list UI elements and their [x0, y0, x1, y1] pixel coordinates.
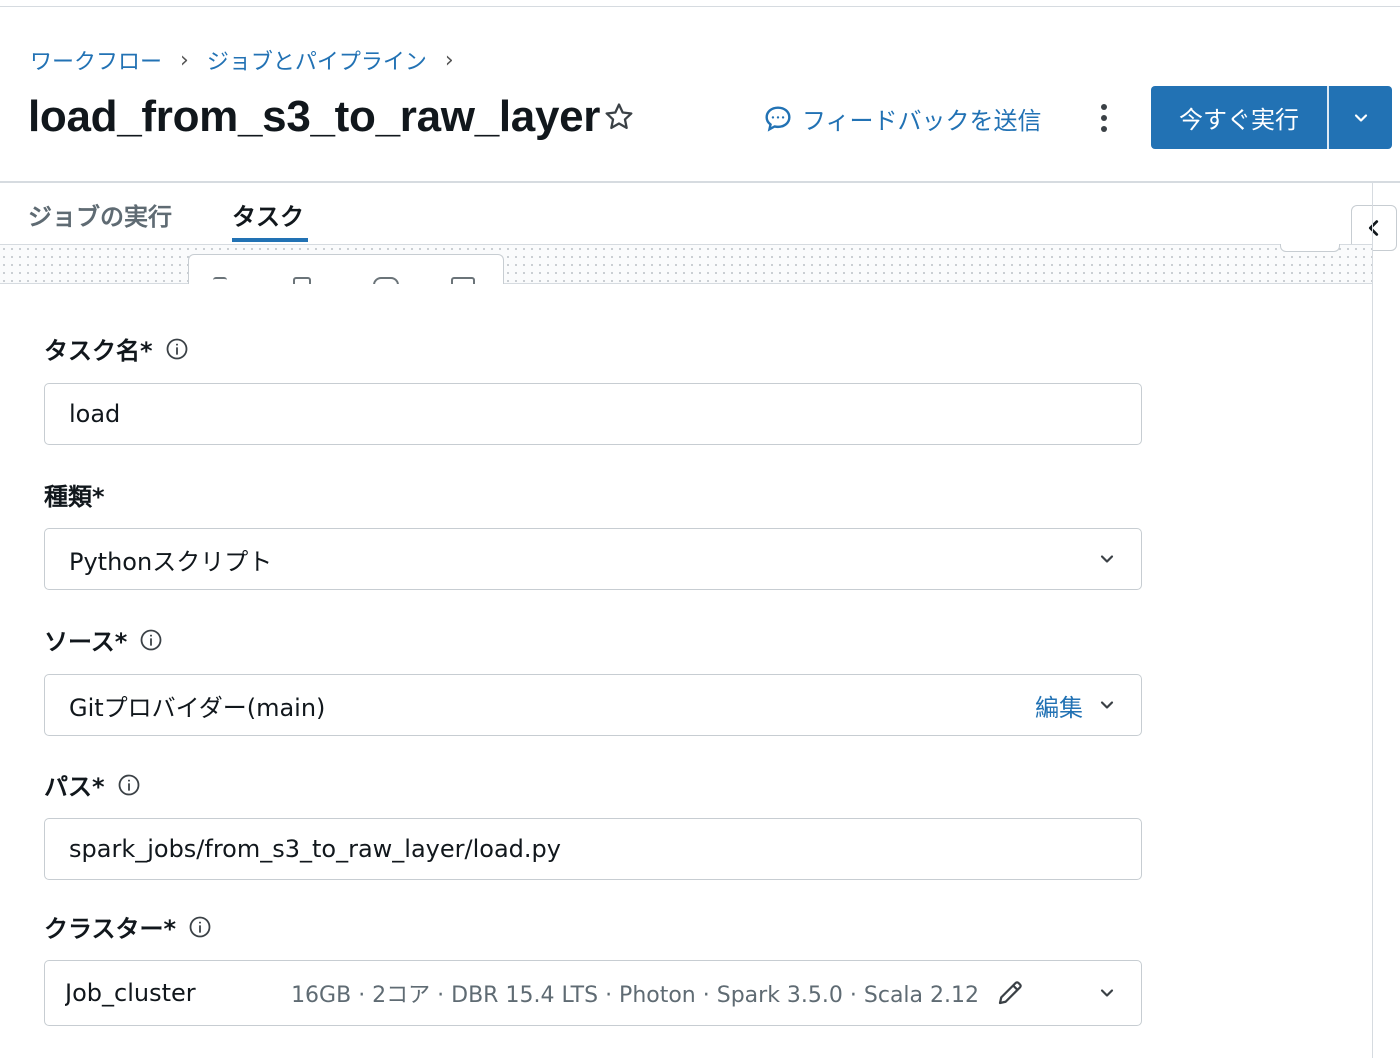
chevron-down-icon[interactable]	[1097, 983, 1117, 1003]
header-divider	[0, 181, 1400, 183]
feedback-label: フィードバックを送信	[802, 107, 1042, 135]
pencil-icon[interactable]	[995, 978, 1025, 1008]
star-icon[interactable]	[602, 100, 636, 134]
breadcrumb-jobs-pipelines[interactable]: ジョブとパイプライン	[207, 44, 427, 76]
task-name-input[interactable]: load	[44, 383, 1142, 445]
source-edit-link[interactable]: 編集	[1035, 688, 1083, 723]
cluster-spec: 16GB · 2コア · DBR 15.4 LTS · Photon · Spa…	[291, 983, 979, 1008]
path-input[interactable]: spark_jobs/from_s3_to_raw_layer/load.py	[44, 818, 1142, 880]
cluster-select[interactable]: Job_cluster 16GB · 2コア · DBR 15.4 LTS · …	[44, 960, 1142, 1026]
info-icon[interactable]	[117, 773, 141, 797]
panel-divider	[1372, 183, 1373, 1058]
path-label-text: パス*	[44, 773, 105, 801]
type-label-text: 種類*	[44, 483, 105, 511]
breadcrumb-separator: ›	[444, 47, 454, 73]
cluster-value: Job_cluster	[65, 979, 196, 1007]
chevron-down-icon[interactable]	[1097, 695, 1117, 715]
canvas-toolbar	[188, 254, 504, 284]
comment-icon[interactable]	[373, 277, 399, 284]
path-label: パス*	[44, 767, 141, 802]
run-now-button[interactable]: 今すぐ実行	[1151, 86, 1327, 149]
run-options-dropdown[interactable]	[1329, 86, 1392, 149]
chevron-left-icon	[1368, 220, 1379, 236]
type-label: 種類*	[44, 477, 105, 512]
page-title: load_from_s3_to_raw_layer	[28, 92, 601, 141]
breadcrumb: ワークフロー › ジョブとパイプライン ›	[30, 44, 472, 76]
tab-tasks[interactable]: タスク	[232, 197, 304, 232]
active-tab-indicator	[232, 238, 308, 242]
task-name-value: load	[69, 400, 121, 428]
feedback-button[interactable]: フィードバックを送信	[762, 101, 1042, 136]
task-name-label: タスク名*	[44, 331, 189, 366]
path-value: spark_jobs/from_s3_to_raw_layer/load.py	[69, 835, 561, 863]
type-select[interactable]: Pythonスクリプト	[44, 528, 1142, 590]
cluster-label: クラスター*	[44, 909, 212, 944]
info-icon[interactable]	[188, 915, 212, 939]
task-name-label-text: タスク名*	[44, 337, 153, 365]
cluster-label-text: クラスター*	[44, 915, 177, 943]
source-label-text: ソース*	[44, 628, 128, 656]
run-button-divider	[1327, 86, 1329, 149]
source-value: Gitプロバイダー(main)	[69, 693, 326, 722]
chevron-down-icon[interactable]	[1097, 549, 1117, 569]
trash-icon[interactable]	[451, 277, 475, 284]
top-divider	[0, 6, 1400, 7]
info-icon[interactable]	[165, 337, 189, 361]
chevron-down-icon	[1354, 113, 1367, 122]
breadcrumb-separator: ›	[180, 47, 189, 73]
canvas-side-handle[interactable]	[1280, 244, 1340, 252]
run-now-split-button: 今すぐ実行	[1151, 86, 1392, 149]
add-icon[interactable]	[213, 277, 227, 284]
speech-bubble-icon	[765, 105, 791, 132]
copy-icon[interactable]	[293, 277, 311, 284]
type-value: Pythonスクリプト	[69, 547, 273, 576]
tab-job-runs[interactable]: ジョブの実行	[28, 197, 172, 232]
info-icon[interactable]	[139, 628, 163, 652]
source-label: ソース*	[44, 622, 163, 657]
breadcrumb-workflows[interactable]: ワークフロー	[30, 44, 162, 76]
kebab-icon[interactable]	[1090, 100, 1118, 136]
source-select[interactable]: Gitプロバイダー(main) 編集	[44, 674, 1142, 736]
